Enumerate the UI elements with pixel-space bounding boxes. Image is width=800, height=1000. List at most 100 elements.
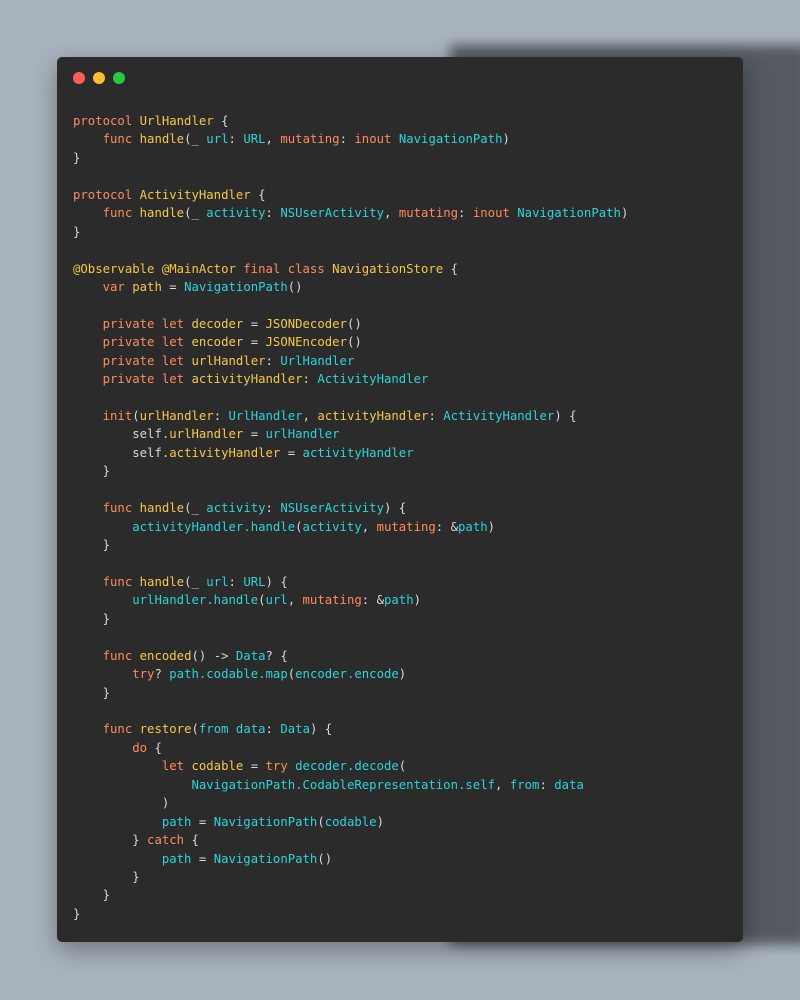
code-token: UrlHandler xyxy=(139,114,214,128)
code-token: ( xyxy=(191,722,199,737)
code-token: func xyxy=(102,574,140,589)
code-line: protocol ActivityHandler { xyxy=(73,186,628,204)
code-line: NavigationPath.CodableRepresentation.sel… xyxy=(73,776,628,794)
code-line: self.activityHandler = activityHandler xyxy=(73,444,628,462)
code-token: urlHandler xyxy=(139,409,214,423)
code-line: } xyxy=(73,610,628,628)
code-token: , xyxy=(265,132,281,147)
code-token: var xyxy=(102,279,133,294)
code-token: decoder xyxy=(191,316,244,331)
code-token: NavigationStore xyxy=(332,261,444,276)
code-token: url xyxy=(265,593,288,608)
code-token: ) xyxy=(376,814,384,829)
code-token: = xyxy=(161,279,185,294)
code-token: NavigationPath.CodableRepresentation.sel… xyxy=(191,777,496,792)
code-token: mutating xyxy=(302,593,362,608)
code-token: } xyxy=(73,869,140,884)
code-token: (_ xyxy=(184,501,207,516)
code-token: activityHandler xyxy=(302,445,414,460)
code-token: URL xyxy=(243,132,266,147)
code-line: ) xyxy=(73,794,628,812)
code-token: NavigationPath xyxy=(213,851,318,866)
code-line: } xyxy=(73,223,628,241)
code-token: encoder xyxy=(191,335,244,350)
code-token: urlHandler xyxy=(265,427,340,442)
code-token: @Observable @MainActor xyxy=(73,261,244,276)
code-token: Data xyxy=(280,722,310,737)
code-token: } xyxy=(73,150,81,165)
code-token: inout xyxy=(472,206,518,221)
code-token: private let xyxy=(102,353,192,368)
code-token: mutating xyxy=(376,519,436,534)
code-line: } xyxy=(73,886,628,904)
code-token: ? xyxy=(154,667,170,682)
code-token: Data xyxy=(235,648,266,663)
code-token: UrlHandler xyxy=(228,409,303,423)
code-token: path.codable.map xyxy=(169,667,288,682)
code-line: func restore(from data: Data) { xyxy=(73,720,628,738)
code-line: private let activityHandler: ActivityHan… xyxy=(73,370,628,388)
code-token: protocol xyxy=(73,187,140,202)
maximize-window-icon[interactable] xyxy=(113,72,125,84)
code-block: protocol UrlHandler { func handle(_ url:… xyxy=(73,112,628,923)
code-token: activity xyxy=(302,519,362,534)
code-token: ) { xyxy=(309,722,333,737)
code-line: do { xyxy=(73,739,628,757)
code-line: } xyxy=(73,905,628,923)
code-token: UrlHandler xyxy=(280,353,355,368)
code-token: url xyxy=(206,574,229,589)
code-line: protocol UrlHandler { xyxy=(73,112,628,130)
code-line: func handle(_ activity: NSUserActivity, … xyxy=(73,204,629,222)
code-token: catch xyxy=(147,833,185,848)
code-token: private let xyxy=(102,316,192,331)
code-token: JSONDecoder xyxy=(265,316,347,331)
code-line: private let encoder = JSONEncoder() xyxy=(73,333,628,351)
code-token: private let xyxy=(102,335,192,350)
code-token: activity xyxy=(206,501,266,516)
code-token: } xyxy=(73,906,81,921)
code-token: ) xyxy=(398,667,407,682)
code-token: : xyxy=(302,372,318,387)
code-line: @Observable @MainActor final class Navig… xyxy=(73,260,628,278)
code-token: } xyxy=(73,685,111,700)
code-token: .urlHandler xyxy=(161,427,244,442)
code-token: try xyxy=(265,759,296,774)
code-token: func xyxy=(102,501,140,516)
code-token: urlHandler.handle xyxy=(132,593,259,608)
code-token: = xyxy=(243,316,266,331)
code-token: codable xyxy=(191,759,244,774)
code-token: mutating xyxy=(280,132,340,147)
code-token: } xyxy=(73,464,111,479)
code-token: } xyxy=(73,224,81,239)
code-line: } xyxy=(73,868,628,886)
code-token: activity xyxy=(206,206,266,221)
code-token: ) xyxy=(413,593,422,608)
code-token: .activityHandler xyxy=(161,445,281,460)
close-window-icon[interactable] xyxy=(73,72,85,84)
minimize-window-icon[interactable] xyxy=(93,72,105,84)
code-line: let codable = try decoder.decode( xyxy=(73,757,628,775)
code-token: NavigationPath xyxy=(213,814,318,829)
code-token: = xyxy=(243,759,266,774)
code-token: activityHandler xyxy=(191,372,303,387)
code-token: protocol xyxy=(73,114,140,128)
code-token: ( xyxy=(132,409,140,423)
code-token: data xyxy=(235,722,266,737)
code-token: NSUserActivity xyxy=(280,501,384,516)
code-line: private let urlHandler: UrlHandler xyxy=(73,352,628,370)
code-token: ( xyxy=(398,759,407,774)
code-token: self xyxy=(132,445,162,460)
code-token: = xyxy=(191,814,214,829)
code-token: : xyxy=(265,206,281,221)
code-token: NavigationPath xyxy=(517,206,621,221)
